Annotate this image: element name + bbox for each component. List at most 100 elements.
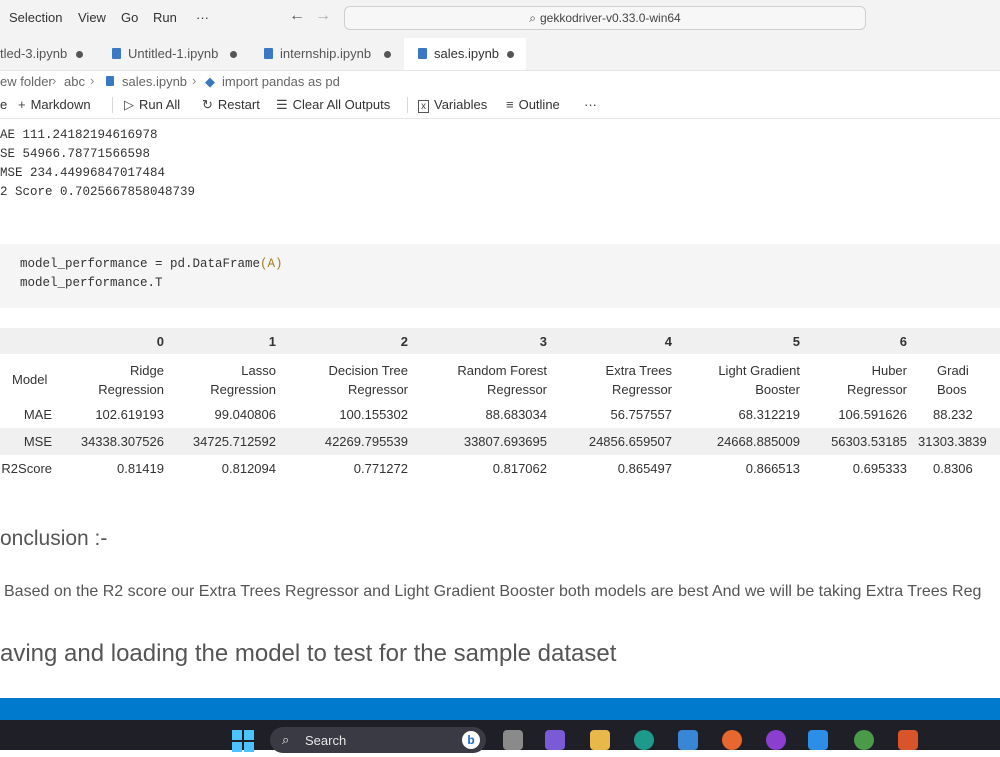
tab-label: tled-3.ipynb bbox=[0, 46, 68, 61]
table-cell: 99.040806 bbox=[214, 407, 276, 422]
column-header: 0 bbox=[156, 334, 164, 349]
column-header: 2 bbox=[400, 334, 408, 349]
unsaved-dot-icon[interactable] bbox=[384, 51, 391, 58]
store-icon[interactable] bbox=[678, 730, 698, 750]
menu-run[interactable]: Run bbox=[153, 10, 177, 25]
outline-button[interactable]: ≡ Outline bbox=[506, 97, 560, 112]
tab-label: Untitled-1.ipynb bbox=[128, 46, 219, 61]
table-cell: Random Forest Regressor bbox=[457, 363, 547, 397]
edge-icon[interactable] bbox=[634, 730, 654, 750]
table-cell: 42269.795539 bbox=[324, 434, 408, 449]
powerpoint-icon[interactable] bbox=[898, 730, 918, 750]
taskbar: ⌕ Search b bbox=[0, 720, 1000, 753]
unsaved-dot-icon[interactable] bbox=[76, 51, 83, 58]
tab-untitled-3[interactable]: tled-3.ipynb bbox=[0, 38, 100, 70]
notebook-toolbar: e + Markdown ▷ Run All ↻ Restart ☰ Clear All… bbox=[0, 92, 1000, 119]
cell-output-metrics: AE 111.24182194616978 SE 54966.787715665… bbox=[0, 128, 400, 208]
restart-button[interactable]: ↻ Restart bbox=[202, 97, 260, 113]
task-view-icon[interactable] bbox=[503, 730, 523, 750]
table-cell: 24668.885009 bbox=[716, 434, 800, 449]
notebook-icon bbox=[106, 74, 114, 89]
menu-go[interactable]: Go bbox=[121, 10, 138, 25]
title-bar: Selection View Go Run ··· ← → ⌕ gekkodriv… bbox=[0, 0, 1000, 38]
output-line: 2 Score 0.7025667858048739 bbox=[0, 185, 196, 199]
breadcrumb: ew folder › abc › sales.ipynb › ◆ import… bbox=[0, 70, 1000, 92]
tab-label: internship.ipynb bbox=[280, 46, 372, 61]
add-code-button[interactable]: e bbox=[0, 97, 7, 112]
variables-button[interactable]: x Variables bbox=[418, 97, 487, 113]
vscode-icon[interactable] bbox=[808, 730, 828, 750]
table-cell: 88.683034 bbox=[485, 407, 547, 422]
command-center[interactable]: ⌕ gekkodriver-v0.33.0-win64 bbox=[344, 6, 866, 30]
table-cell: Gradi Boos bbox=[937, 363, 969, 397]
row-header-mse: MSE bbox=[23, 434, 52, 449]
unsaved-dot-icon[interactable] bbox=[507, 51, 514, 58]
toolbar-divider bbox=[112, 97, 113, 113]
breadcrumb-file[interactable]: sales.ipynb bbox=[122, 74, 187, 89]
chevron-right-icon: › bbox=[90, 73, 95, 88]
variables-icon: x bbox=[418, 100, 429, 113]
toolbar-divider bbox=[407, 97, 408, 113]
tab-bar: tled-3.ipynb Untitled-1.ipynb internship… bbox=[0, 38, 1000, 71]
dataframe-table: 0 1 2 3 4 5 6 Model Ridge Regression Lass… bbox=[0, 328, 1000, 484]
table-cell: 0.771272 bbox=[353, 461, 408, 476]
unsaved-dot-icon[interactable] bbox=[230, 51, 237, 58]
code-cell[interactable]: model_performance = pd.DataFrame(A) mode… bbox=[0, 244, 1000, 308]
python-icon: ◆ bbox=[205, 74, 215, 89]
code-line: model_performance.T bbox=[20, 276, 163, 290]
menu-view[interactable]: View bbox=[78, 10, 106, 25]
clear-outputs-button[interactable]: ☰ Clear All Outputs bbox=[276, 97, 390, 113]
table-cell: 0.8306 bbox=[933, 461, 973, 476]
breadcrumb-abc[interactable]: abc bbox=[64, 74, 85, 89]
list-icon: ≡ bbox=[506, 97, 514, 112]
table-cell: 0.817062 bbox=[492, 461, 547, 476]
breadcrumb-folder[interactable]: ew folder bbox=[0, 74, 53, 89]
output-line: SE 54966.78771566598 bbox=[0, 147, 151, 161]
row-header-mae: MAE bbox=[23, 407, 52, 422]
table-cell: Lasso Regression bbox=[210, 363, 276, 397]
tab-label: sales.ipynb bbox=[434, 46, 500, 61]
table-cell: 102.619193 bbox=[95, 407, 164, 422]
file-explorer-icon[interactable] bbox=[590, 730, 610, 750]
tab-internship[interactable]: internship.ipynb bbox=[264, 38, 402, 70]
forward-arrow-icon[interactable]: → bbox=[315, 7, 331, 25]
notebook-icon bbox=[112, 48, 121, 59]
more-actions-button[interactable]: ··· bbox=[584, 97, 597, 112]
windows-start-icon[interactable] bbox=[232, 730, 254, 752]
table-cell: 0.695333 bbox=[852, 461, 907, 476]
run-all-button[interactable]: ▷ Run All bbox=[124, 97, 180, 113]
menu-more[interactable]: ··· bbox=[196, 10, 209, 25]
search-icon: ⌕ bbox=[529, 11, 536, 25]
table-cell: 34338.307526 bbox=[80, 434, 164, 449]
table-cell: Extra Trees Regressor bbox=[605, 363, 672, 397]
teams-icon[interactable] bbox=[545, 730, 565, 750]
status-bar bbox=[0, 698, 1000, 720]
table-cell: 0.866513 bbox=[745, 461, 800, 476]
row-header-model: Model bbox=[12, 372, 48, 387]
table-cell: Light Gradient Booster bbox=[718, 363, 800, 397]
breadcrumb-symbol[interactable]: import pandas as pd bbox=[222, 74, 340, 89]
table-cell: 106.591626 bbox=[838, 407, 907, 422]
table-cell: 34725.712592 bbox=[192, 434, 276, 449]
table-cell: 56303.53185 bbox=[831, 434, 907, 449]
search-icon: ⌕ bbox=[282, 732, 290, 747]
taskbar-search-label: Search bbox=[305, 733, 347, 748]
table-cell: 100.155302 bbox=[339, 407, 408, 422]
menu-selection[interactable]: Selection bbox=[9, 10, 62, 25]
table-cell: 31303.3839 bbox=[918, 434, 987, 449]
column-header: 1 bbox=[268, 334, 276, 349]
firefox-icon[interactable] bbox=[722, 730, 742, 750]
back-arrow-icon[interactable]: ← bbox=[289, 7, 305, 25]
plus-icon: + bbox=[18, 97, 26, 112]
tab-sales[interactable]: sales.ipynb bbox=[404, 38, 526, 70]
add-markdown-button[interactable]: + Markdown bbox=[18, 97, 91, 112]
chevron-right-icon: › bbox=[192, 73, 197, 88]
app-icon[interactable] bbox=[766, 730, 786, 750]
row-header-r2score: R2Score bbox=[1, 461, 52, 476]
chrome-icon[interactable] bbox=[854, 730, 874, 750]
taskbar-search[interactable]: ⌕ Search b bbox=[270, 727, 486, 753]
table-cell: 88.232 bbox=[933, 407, 973, 422]
column-header: 4 bbox=[664, 334, 672, 349]
tab-untitled-1[interactable]: Untitled-1.ipynb bbox=[112, 38, 248, 70]
chevron-right-icon: › bbox=[52, 73, 57, 88]
